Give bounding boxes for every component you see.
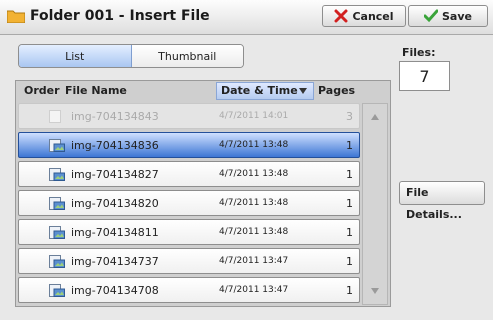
table-row[interactable]: img-704134811 4/7/2011 13:48 1	[18, 219, 360, 245]
checkmark-icon	[424, 9, 438, 23]
save-button[interactable]: Save	[408, 5, 488, 27]
file-name-cell: img-704134708	[71, 284, 159, 297]
pages-cell: 1	[346, 255, 353, 268]
date-time-column-header[interactable]: Date & Time	[216, 82, 314, 100]
date-time-cell: 4/7/2011 13:48	[219, 227, 289, 237]
cancel-button[interactable]: Cancel	[322, 5, 406, 27]
pages-cell: 3	[346, 110, 353, 123]
file-icon	[49, 197, 65, 210]
view-toggle: List Thumbnail	[18, 44, 244, 68]
insert-file-dialog: Folder 001 - Insert File Cancel Save Lis…	[0, 0, 493, 320]
file-name-cell: img-704134843	[71, 110, 159, 123]
pages-cell: 1	[346, 284, 353, 297]
date-time-cell: 4/7/2011 13:48	[219, 198, 289, 208]
scroll-down-button[interactable]	[363, 278, 387, 304]
pages-cell: 1	[346, 168, 353, 181]
pages-cell: 1	[346, 226, 353, 239]
close-icon	[334, 9, 348, 23]
file-icon	[49, 284, 65, 297]
file-details-button[interactable]: File Details...	[399, 181, 485, 221]
order-column-header[interactable]: Order	[24, 81, 60, 101]
arrow-up-icon	[371, 114, 379, 120]
file-name-column-header[interactable]: File Name	[65, 81, 127, 101]
table-row[interactable]: img-704134820 4/7/2011 13:48 1	[18, 190, 360, 216]
date-time-cell: 4/7/2011 13:47	[219, 256, 289, 266]
pages-cell: 1	[346, 139, 353, 152]
title-bar: Folder 001 - Insert File Cancel Save	[0, 0, 493, 35]
file-name-cell: img-704134827	[71, 168, 159, 181]
file-icon	[49, 226, 65, 239]
file-name-cell: img-704134811	[71, 226, 159, 239]
file-table: Order File Name Date & Time Pages img-70…	[15, 80, 391, 307]
arrow-down-icon	[371, 288, 379, 294]
file-name-cell: img-704134737	[71, 255, 159, 268]
pages-cell: 1	[346, 197, 353, 210]
table-scrollbar[interactable]	[362, 103, 388, 305]
save-label: Save	[442, 9, 472, 23]
file-icon	[49, 139, 65, 152]
date-time-cell: 4/7/2011 13:47	[219, 285, 289, 295]
pages-column-header[interactable]: Pages	[318, 81, 355, 101]
date-time-cell: 4/7/2011 13:48	[219, 169, 289, 179]
date-time-cell: 4/7/2011 13:48	[219, 140, 289, 150]
list-view-button[interactable]: List	[19, 45, 132, 67]
table-row[interactable]: img-704134836 4/7/2011 13:48 1	[18, 132, 360, 158]
sort-descending-icon	[299, 88, 307, 94]
file-icon	[49, 110, 61, 123]
dialog-title: Folder 001 - Insert File	[30, 8, 210, 24]
file-icon	[49, 168, 65, 181]
cancel-label: Cancel	[352, 9, 394, 23]
file-name-cell: img-704134820	[71, 197, 159, 210]
table-row: img-704134843 4/7/2011 14:01 3	[18, 103, 360, 129]
file-name-cell: img-704134836	[71, 139, 159, 152]
date-time-cell: 4/7/2011 14:01	[219, 111, 289, 121]
table-row[interactable]: img-704134827 4/7/2011 13:48 1	[18, 161, 360, 187]
date-time-header-label: Date & Time	[221, 84, 298, 97]
folder-icon	[7, 10, 25, 23]
files-count-label: Files:	[402, 46, 436, 59]
files-count-value: 7	[399, 61, 450, 91]
table-header: Order File Name Date & Time Pages	[16, 81, 390, 101]
scroll-up-button[interactable]	[363, 104, 387, 130]
thumbnail-view-button[interactable]: Thumbnail	[131, 45, 243, 67]
file-icon	[49, 255, 65, 268]
table-row[interactable]: img-704134737 4/7/2011 13:47 1	[18, 248, 360, 274]
table-row[interactable]: img-704134708 4/7/2011 13:47 1	[18, 277, 360, 303]
